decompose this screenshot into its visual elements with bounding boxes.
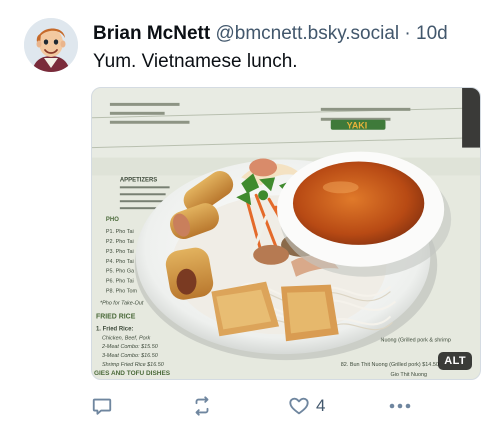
alt-text-badge[interactable]: ALT [438, 352, 472, 370]
repost-icon [195, 396, 209, 416]
like-count: 4 [316, 396, 326, 415]
author-name[interactable]: Brian McNett [93, 23, 210, 44]
menu-pho-takeout: *Pho for Take-Out [100, 301, 144, 307]
reply-icon [92, 398, 112, 415]
avatar-cartoon-image [24, 18, 78, 72]
fish-sauce [292, 161, 425, 245]
menu-appetizers-header: APPETIZERS [120, 177, 157, 183]
menu-pho-4: P4. Pho Tai [106, 259, 134, 265]
reply-button[interactable] [91, 392, 113, 420]
like-button[interactable]: 4 [288, 392, 325, 420]
post-actions: 4 [91, 392, 421, 420]
more-icon [389, 403, 411, 409]
menu-fried-rice-line-2: 2-Meat Combo: $15.50 [101, 344, 158, 350]
menu-tofu-header: GIES AND TOFU DISHES [94, 370, 171, 377]
menu-fried-rice-header: FRIED RICE [96, 313, 136, 320]
menu-fried-rice-line-3: 3-Meat Combo: $16.50 [102, 353, 158, 359]
menu-fried-rice-item: 1. Fried Rice: [96, 326, 133, 332]
menu-right-1: Nuong (Grilled pork & shrimp [381, 337, 451, 343]
post-header: Brian McNett @bmcnett.bsky.social · 10d [93, 22, 480, 46]
author-handle[interactable]: @bmcnett.bsky.social [215, 23, 399, 44]
post-image[interactable]: YAKI APPETIZERS PHO P1. Pho Tai P2. Pho … [91, 87, 481, 380]
menu-fried-rice-line-4: Shrimp Fried Rice $16.50 [102, 362, 164, 368]
heart-icon [289, 397, 309, 415]
food-photo: YAKI APPETIZERS PHO P1. Pho Tai P2. Pho … [92, 88, 480, 379]
avatar[interactable] [24, 18, 78, 72]
menu-right-2: 82. Bun Thit Nuong (Grilled pork) $14.50 [341, 362, 439, 368]
repost-button[interactable] [191, 392, 213, 420]
menu-fried-rice-line-1: Chicken, Beef, Pork [102, 335, 151, 341]
separator-dot: · [404, 23, 411, 44]
more-button[interactable] [387, 392, 413, 420]
menu-pho-header: PHO [106, 217, 119, 223]
post-timestamp[interactable]: 10d [416, 23, 448, 44]
menu-pho-2: P2. Pho Tai [106, 239, 134, 245]
post-text: Yum. Vietnamese lunch. [93, 51, 298, 72]
menu-pho-7: P8. Pho Tom [106, 289, 138, 295]
menu-right-3: Gio Thit Nuong [390, 372, 427, 378]
menu-pho-6: P6. Pho Tai [106, 279, 134, 285]
menu-pho-1: P1. Pho Tai [106, 229, 134, 235]
menu-pho-3: P3. Pho Tai [106, 249, 134, 255]
menu-pho-5: P5. Pho Ga [106, 269, 135, 275]
menu-word-yaki: YAKI [347, 121, 368, 131]
